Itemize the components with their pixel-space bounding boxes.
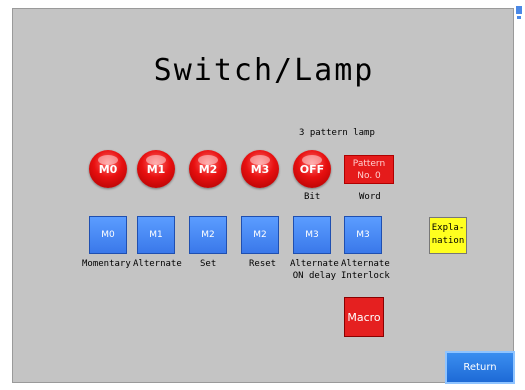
alternate-on-delay-caption: Alternate ON delay — [290, 258, 339, 282]
lamp-m1: M1 — [137, 150, 175, 188]
lamp-m3: M3 — [241, 150, 279, 188]
explanation-button[interactable]: Expla- nation — [429, 217, 467, 254]
word-lamp-line1: Pattern — [352, 159, 386, 169]
alternate-interlock-caption-line2: Interlock — [341, 271, 390, 281]
reset-caption: Reset — [249, 259, 277, 269]
explanation-line2: nation — [431, 236, 465, 246]
lamp-m2: M2 — [189, 150, 227, 188]
return-button[interactable]: Return — [445, 351, 515, 384]
switch-button-alternate-on-delay[interactable]: M3 — [293, 216, 331, 254]
alternate-on-delay-caption-line2: ON delay — [292, 271, 337, 281]
alternate-interlock-caption-line1: Alternate — [341, 259, 390, 269]
switch-button-set[interactable]: M2 — [189, 216, 227, 254]
lamp-bit-off: OFF — [293, 150, 331, 188]
page-title: Switch/Lamp — [153, 53, 375, 88]
alternate-on-delay-caption-line1: Alternate — [290, 259, 339, 269]
pattern-lamp-caption: 3 pattern lamp — [299, 128, 375, 138]
hmi-screen: Switch/Lamp 3 pattern lamp M0 M1 M2 M3 O… — [12, 8, 515, 384]
switch-button-alternate-interlock[interactable]: M3 — [344, 216, 382, 254]
momentary-caption: Momentary — [82, 259, 131, 269]
bit-caption: Bit — [304, 192, 321, 202]
alternate-caption: Alternate — [133, 259, 182, 269]
macro-button[interactable]: Macro — [344, 297, 384, 337]
word-caption: Word — [359, 192, 381, 202]
set-caption: Set — [200, 259, 217, 269]
switch-button-alternate[interactable]: M1 — [137, 216, 175, 254]
alternate-interlock-caption: Alternate Interlock — [341, 258, 390, 282]
switch-button-reset[interactable]: M2 — [241, 216, 279, 254]
explanation-line1: Expla- — [431, 223, 465, 233]
lamp-m0: M0 — [89, 150, 127, 188]
word-lamp: Pattern No. 0 — [344, 155, 394, 184]
word-lamp-line2: No. 0 — [357, 171, 381, 181]
switch-button-momentary[interactable]: M0 — [89, 216, 127, 254]
device-status-icon — [516, 6, 522, 19]
